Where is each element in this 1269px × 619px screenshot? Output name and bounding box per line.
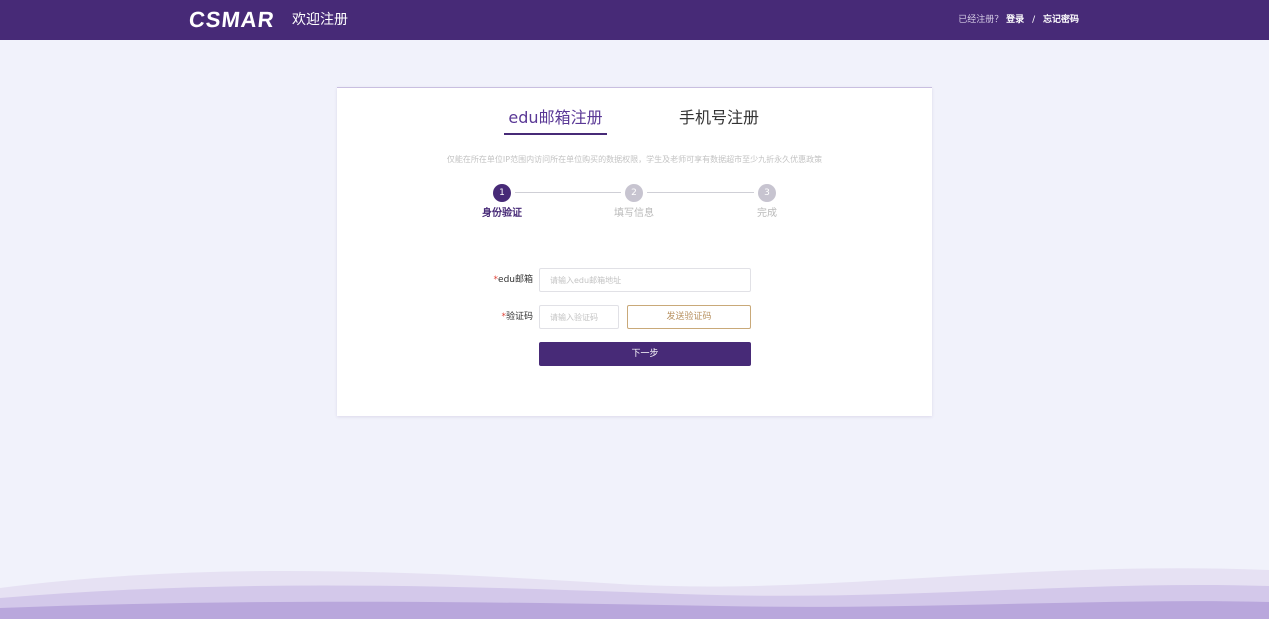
next-step-button[interactable]: 下一步 — [539, 342, 751, 366]
login-link[interactable]: 登录 — [1006, 15, 1024, 25]
step-connector-2 — [647, 192, 754, 193]
step-connector-1 — [515, 192, 621, 193]
email-label-text: edu邮箱 — [498, 275, 533, 285]
tab-phone[interactable]: 手机号注册 — [679, 107, 759, 129]
send-code-button[interactable]: 发送验证码 — [627, 305, 751, 329]
forgot-password-link[interactable]: 忘记密码 — [1043, 15, 1079, 25]
verification-code-input[interactable] — [539, 305, 619, 329]
registration-card: edu邮箱注册 手机号注册 仅能在所在单位IP范围内访问所在单位购买的数据权限，… — [337, 87, 932, 416]
link-separator: / — [1032, 15, 1036, 25]
edu-email-input[interactable] — [539, 268, 751, 292]
step-2-indicator: 2 — [625, 184, 643, 202]
tab-edu-email[interactable]: edu邮箱注册 — [504, 107, 607, 129]
csmar-logo[interactable]: CSMAR — [188, 7, 276, 32]
account-links: 已经注册？ 登录 / 忘记密码 — [958, 14, 1079, 26]
top-navigation-bar: CSMAR 欢迎注册 已经注册？ 登录 / 忘记密码 — [0, 0, 1269, 40]
step-3-indicator: 3 — [758, 184, 776, 202]
registered-prompt: 已经注册？ — [958, 15, 1004, 25]
welcome-title: 欢迎注册 — [292, 12, 348, 28]
step-2-label: 填写信息 — [614, 208, 654, 219]
step-3-label: 完成 — [757, 208, 777, 219]
step-1-label: 身份验证 — [482, 208, 522, 219]
email-label: *edu邮箱 — [453, 274, 533, 286]
decorative-waves — [0, 568, 1269, 619]
registration-notice: 仅能在所在单位IP范围内访问所在单位购买的数据权限，学生及老师可享有数据超市至少… — [446, 155, 823, 164]
code-label: *验证码 — [453, 311, 533, 323]
active-tab-indicator — [504, 133, 607, 135]
code-label-text: 验证码 — [505, 312, 533, 322]
step-1-indicator: 1 — [493, 184, 511, 202]
